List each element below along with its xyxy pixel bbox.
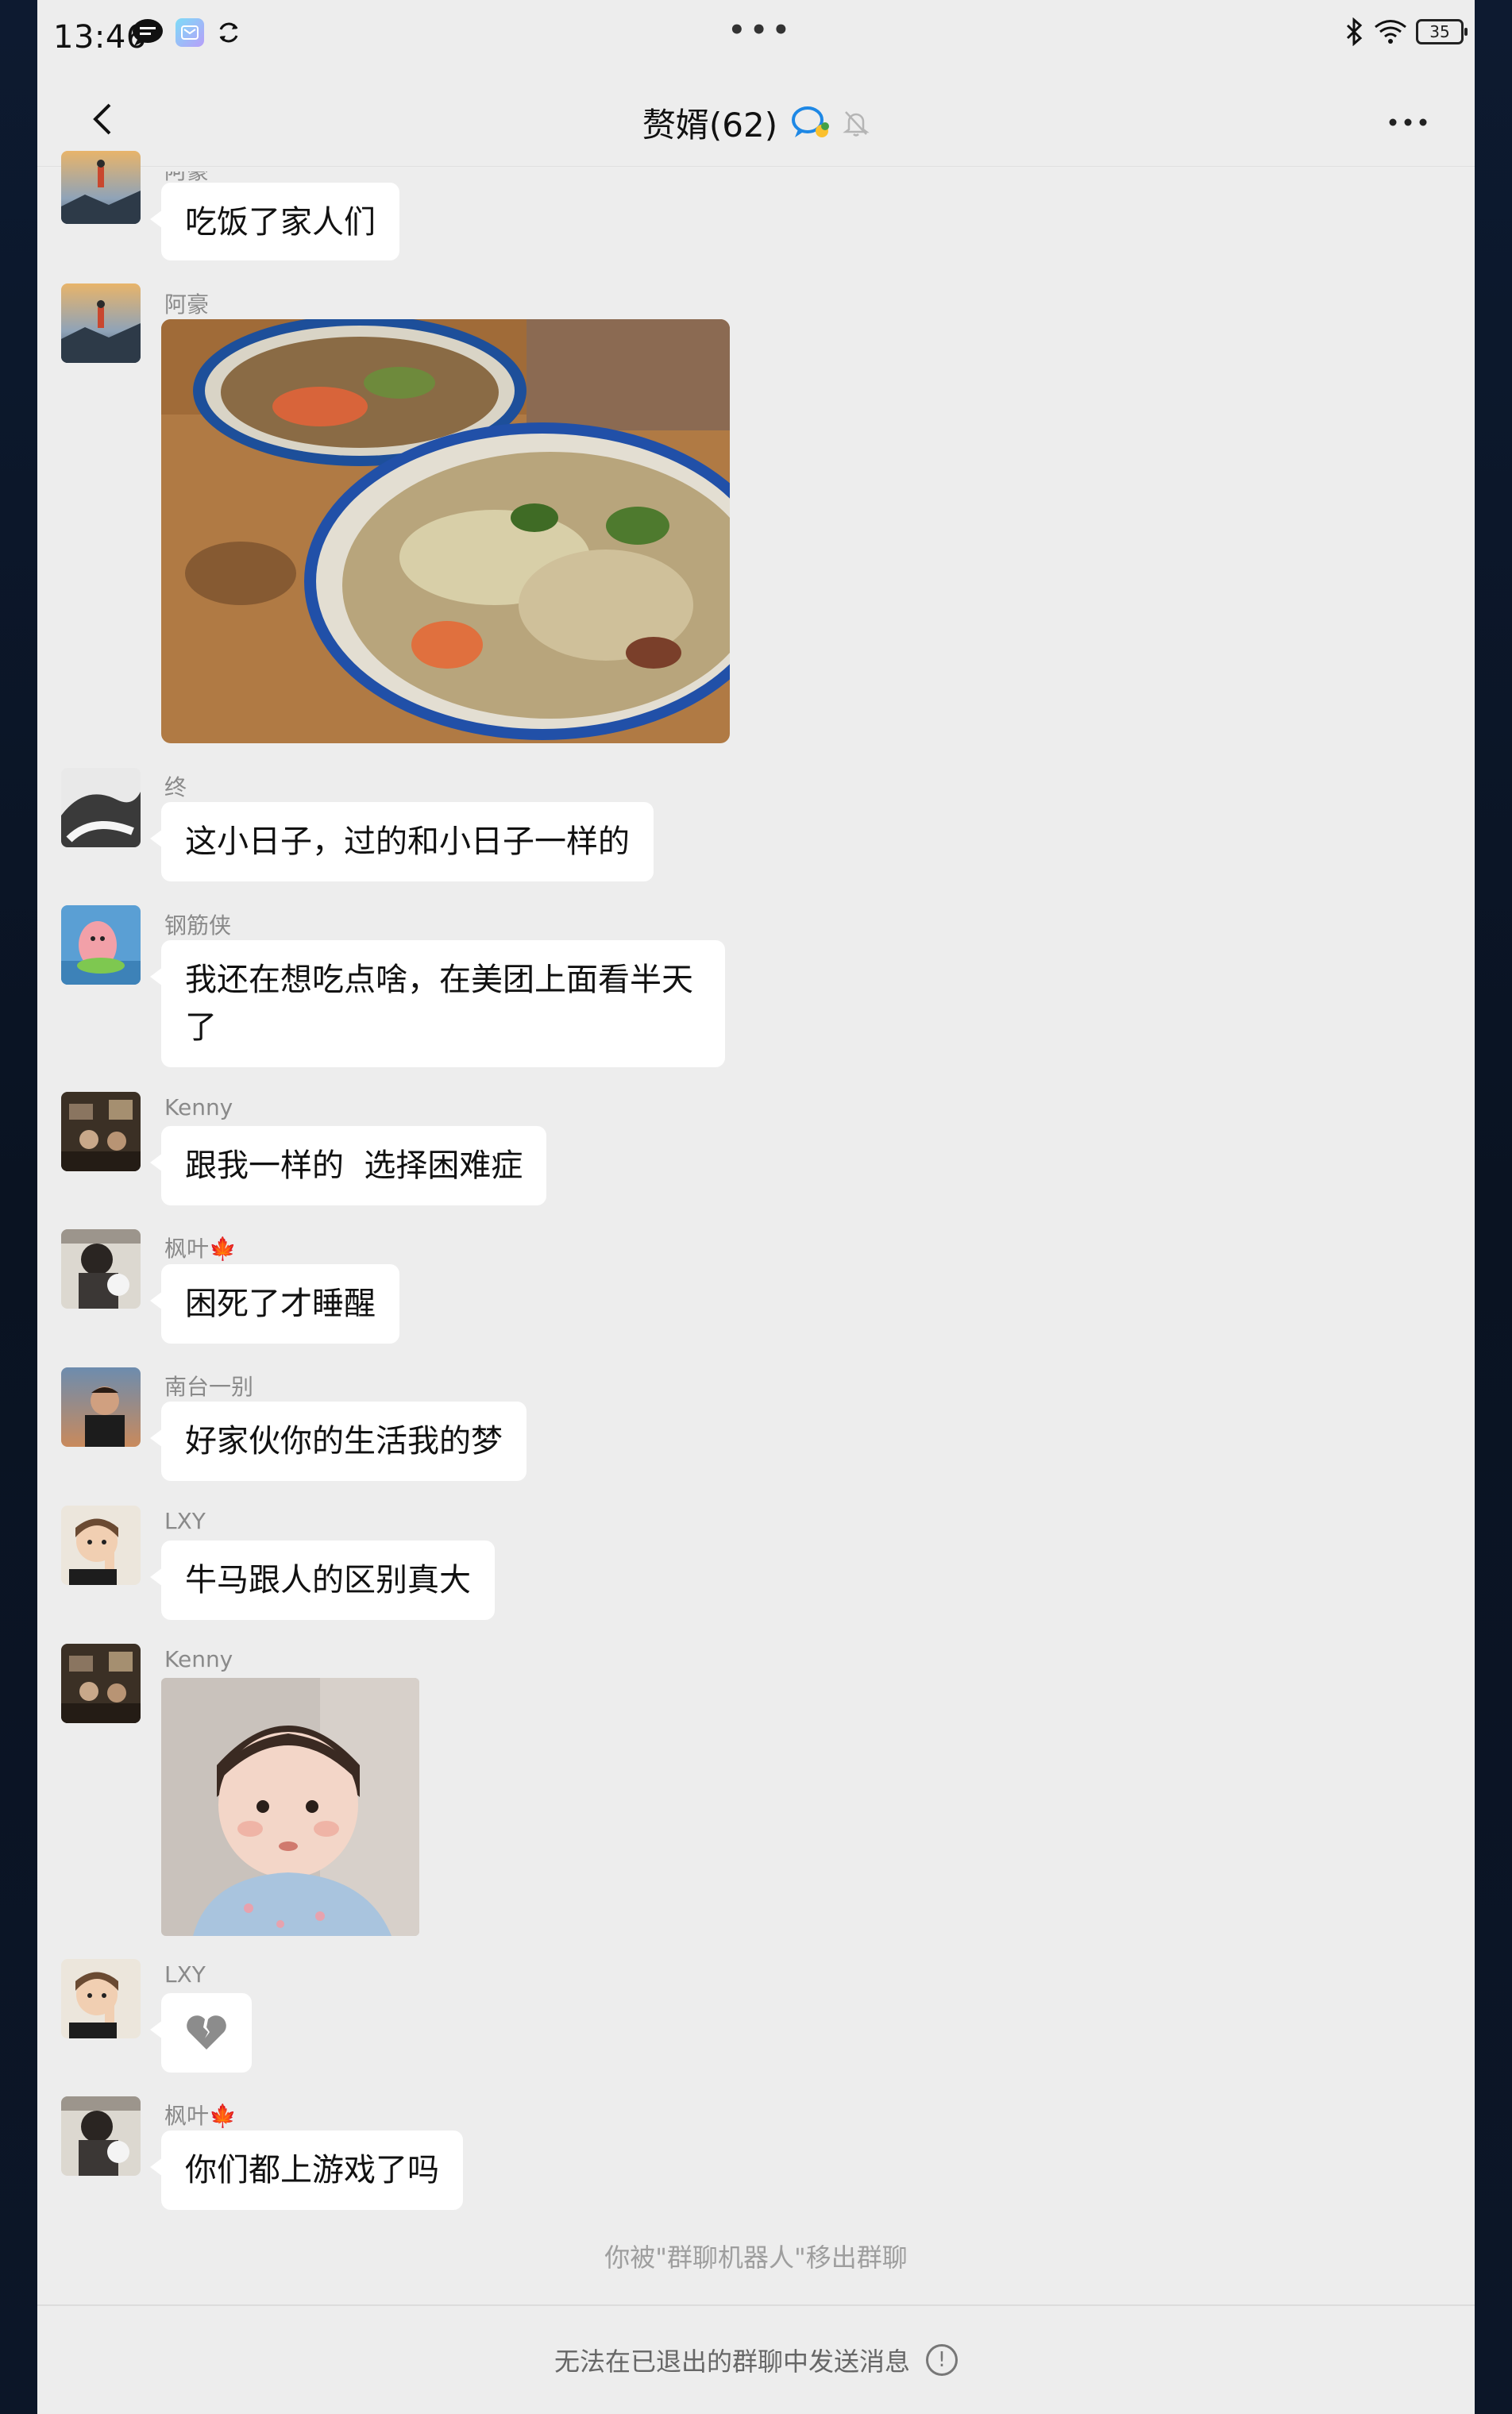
avatar[interactable] (61, 283, 141, 363)
message-text: 吃饭了家人们 (185, 204, 376, 241)
avatar[interactable] (61, 151, 141, 224)
mute-bell-icon (843, 110, 870, 137)
info-icon-glyph: ! (937, 2348, 947, 2372)
group-name: 赘婿(62) (642, 106, 778, 145)
sender-name: 终 (164, 774, 187, 800)
baby-sticker[interactable] (161, 1678, 419, 1936)
multitask-dots-icon[interactable]: ••• (728, 14, 794, 46)
status-notification-icons (131, 17, 242, 48)
info-icon[interactable]: ! (926, 2344, 958, 2376)
battery-level: 35 (1429, 22, 1450, 41)
avatar[interactable] (61, 1092, 141, 1171)
sync-icon (219, 22, 238, 43)
message-text: 了 (185, 1009, 217, 1046)
avatar[interactable] (61, 1959, 141, 2038)
sender-name: Kenny (164, 1094, 233, 1120)
message-text: 跟我一样的 选择困难症 (185, 1147, 523, 1184)
app-window: 13:46 ••• 35 赘婿(62) 阿豪 吃饭了家人们 阿豪 终 这小日子，… (37, 0, 1475, 2414)
message-icon (133, 19, 163, 46)
sender-name: 钢筋侠 (164, 912, 232, 939)
input-disabled-text: 无法在已退出的群聊中发送消息 (554, 2347, 910, 2377)
input-disabled-bar: 无法在已退出的群聊中发送消息 ! (37, 2304, 1475, 2414)
sender-name: 枫叶🍁 (164, 2103, 237, 2129)
avatar[interactable] (61, 768, 141, 847)
avatar[interactable] (61, 1644, 141, 1723)
bluetooth-icon (1346, 17, 1363, 46)
battery-icon: 35 (1416, 19, 1468, 44)
more-dots-icon (1389, 118, 1427, 126)
status-bar: 13:46 ••• 35 (37, 0, 1475, 71)
message-bubble[interactable]: 吃饭了家人们 (150, 183, 399, 260)
system-notice: 你被"群聊机器人"移出群聊 (604, 2242, 908, 2273)
avatar[interactable] (61, 905, 141, 985)
chat-title-area[interactable]: 赘婿(62) (37, 98, 1475, 147)
food-photo[interactable] (161, 319, 730, 743)
message-text: 你们都上游戏了吗 (185, 2152, 439, 2188)
app-notification-icon (176, 18, 204, 47)
sender-name: LXY (164, 1961, 206, 1988)
more-options-button[interactable] (1389, 103, 1427, 127)
message-text: 这小日子，过的和小日子一样的 (185, 823, 630, 860)
message-text: 好家伙你的生活我的梦 (185, 1423, 503, 1460)
broken-heart-icon (187, 2015, 226, 2050)
sender-name: Kenny (164, 1646, 233, 1672)
status-system-icons: 35 (1344, 17, 1468, 46)
message-bubble[interactable]: 困死了才睡醒 (150, 1264, 399, 1344)
message-bubble[interactable]: 牛马跟人的区别真大 (150, 1541, 495, 1620)
sender-name: 枫叶🍁 (164, 1236, 237, 1262)
message-bubble[interactable] (150, 1993, 252, 2073)
message-bubble[interactable]: 你们都上游戏了吗 (150, 2131, 463, 2210)
message-bubble[interactable]: 这小日子，过的和小日子一样的 (150, 802, 654, 881)
avatar[interactable] (61, 2096, 141, 2176)
group-chat-icon (792, 106, 830, 137)
message-text: 我还在想吃点啥，在美团上面看半天 (185, 962, 693, 998)
message-bubble[interactable]: 好家伙你的生活我的梦 (150, 1402, 526, 1481)
avatar[interactable] (61, 1367, 141, 1447)
wifi-icon (1375, 20, 1406, 44)
avatar[interactable] (61, 1506, 141, 1585)
message-bubble[interactable]: 跟我一样的 选择困难症 (149, 1126, 547, 1205)
sender-name: LXY (164, 1508, 206, 1534)
message-bubble[interactable]: 我还在想吃点啥，在美团上面看半天 了 (150, 940, 725, 1067)
sender-name: 南台一别 (164, 1374, 254, 1400)
sender-name: 阿豪 (164, 291, 210, 318)
message-text: 牛马跟人的区别真大 (185, 1562, 471, 1598)
avatar[interactable] (61, 1229, 141, 1309)
chat-header: 赘婿(62) (37, 71, 1475, 167)
message-text: 困死了才睡醒 (185, 1286, 376, 1322)
